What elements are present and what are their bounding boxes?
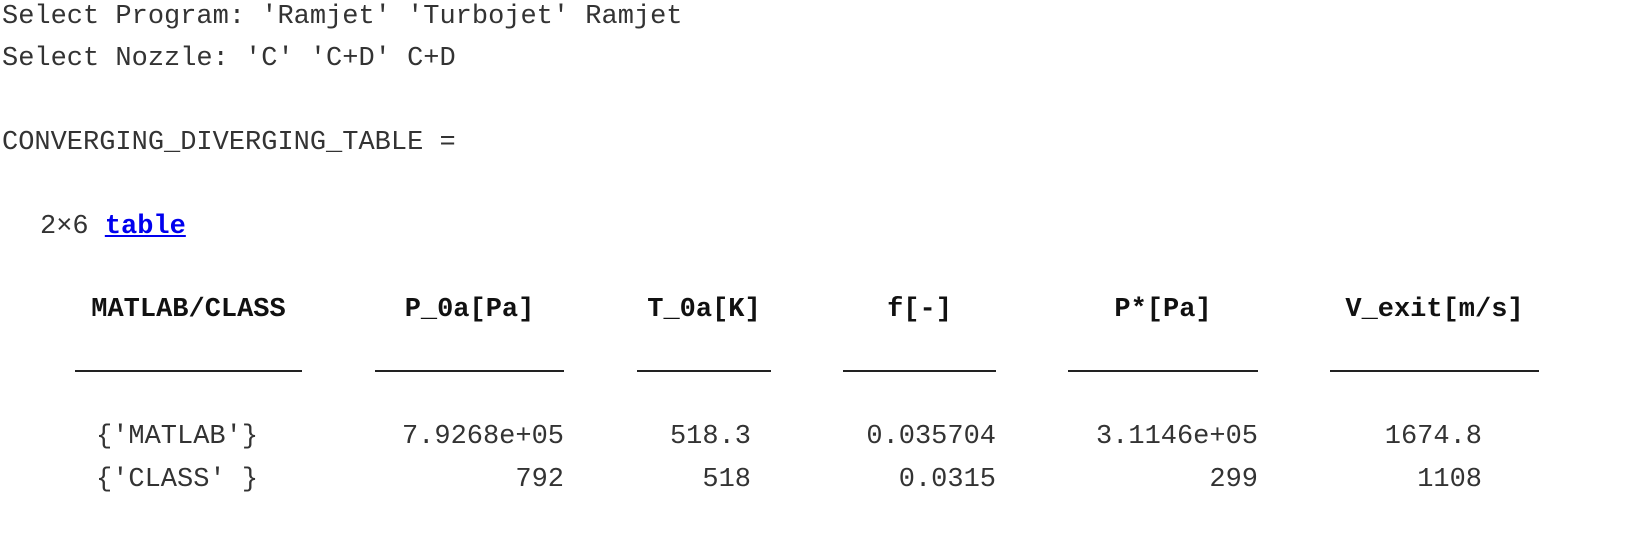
column-rule <box>1068 370 1258 372</box>
table-cell: 3.1146e+05 <box>1095 422 1258 452</box>
column-rule <box>375 370 564 372</box>
table-cell: {'CLASS' } <box>96 465 259 495</box>
table-link[interactable]: table <box>105 212 186 242</box>
table-cell: 1674.8 <box>1384 422 1482 452</box>
column-header-label: V_exit[m/s] <box>1345 295 1524 325</box>
table-cell: {'MATLAB'} <box>96 422 259 452</box>
program-select-line: Select Program: 'Ramjet' 'Turbojet' Ramj… <box>2 2 683 32</box>
table-cell: 0.0315 <box>898 465 996 495</box>
column-header-f: f[-] <box>843 292 996 372</box>
column-header-matlab-class: MATLAB/CLASS <box>75 292 302 372</box>
table-cell: 792 <box>515 465 564 495</box>
table-cell: 299 <box>1209 465 1258 495</box>
table-cell: 7.9268e+05 <box>401 422 564 452</box>
column-rule <box>1330 370 1539 372</box>
table-cell: 518 <box>702 465 751 495</box>
column-header-t0a: T_0a[K] <box>637 292 771 372</box>
column-header-label: P*[Pa] <box>1114 295 1212 325</box>
column-header-pstar: P*[Pa] <box>1068 292 1258 372</box>
table-cell: 0.035704 <box>866 422 996 452</box>
column-header-label: P_0a[Pa] <box>404 295 535 325</box>
column-header-label: MATLAB/CLASS <box>91 295 286 325</box>
table-cell: 1108 <box>1417 465 1482 495</box>
column-rule <box>637 370 771 372</box>
variable-name-line: CONVERGING_DIVERGING_TABLE = <box>2 128 456 158</box>
table-dimensions-line: 2×6 table <box>40 210 186 244</box>
column-rule <box>843 370 996 372</box>
column-header-vexit: V_exit[m/s] <box>1330 292 1539 372</box>
column-header-p0a: P_0a[Pa] <box>375 292 564 372</box>
table-size-label: 2×6 <box>40 212 105 242</box>
column-header-label: T_0a[K] <box>647 295 761 325</box>
table-cell: 518.3 <box>669 422 751 452</box>
column-rule <box>75 370 302 372</box>
nozzle-select-line: Select Nozzle: 'C' 'C+D' C+D <box>2 44 456 74</box>
column-header-label: f[-] <box>887 295 952 325</box>
